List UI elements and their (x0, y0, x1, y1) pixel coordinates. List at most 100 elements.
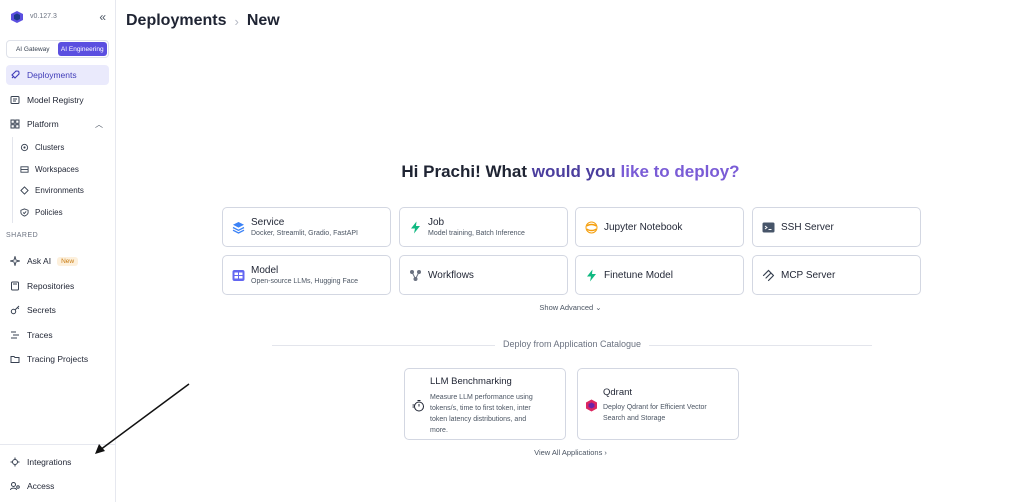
mcp-icon (762, 269, 775, 281)
sidebar-item-label: Platform (27, 119, 59, 129)
card-title: Finetune Model (604, 269, 673, 281)
version-label: v0.127.3 (30, 13, 57, 20)
sidebar-item-label: Integrations (27, 457, 72, 467)
deploy-card-mcp-server[interactable]: MCP Server (752, 255, 921, 295)
sidebar-item-label: Clusters (35, 142, 65, 152)
breadcrumb-new: New (246, 12, 280, 29)
card-title: Service (251, 217, 285, 228)
key-icon (10, 305, 20, 315)
card-title: SSH Server (781, 221, 834, 233)
folder-icon (10, 356, 20, 363)
cluster-icon (20, 143, 29, 151)
bolt-icon (411, 221, 420, 233)
sidebar-item-integrations[interactable]: Integrations (6, 452, 109, 472)
sparkle-icon (10, 256, 20, 266)
deploy-card-service[interactable]: Service Docker, Streamlit, Gradio, FastAP… (222, 207, 391, 247)
app-desc-line: Deploy Qdrant for Efficient Vector (603, 404, 707, 411)
plug-icon (10, 457, 20, 467)
new-badge: New (57, 256, 79, 266)
collapse-sidebar-icon[interactable]: « (99, 9, 106, 25)
repository-icon (11, 281, 19, 291)
sidebar-item-ask-ai[interactable]: Ask AI New (6, 251, 109, 271)
jupyter-icon (585, 221, 598, 233)
divider (0, 444, 116, 445)
app-desc-line: tokens/s, time to first token, inter (430, 405, 531, 412)
app-card-qdrant[interactable]: Qdrant Deploy Qdrant for Efficient Vecto… (577, 368, 739, 440)
sidebar-item-label: Ask AI (27, 256, 52, 266)
platform-icon (10, 119, 20, 129)
workflow-icon (410, 269, 421, 281)
workspace-icon (20, 165, 29, 173)
segment-ai-engineering[interactable]: AI Engineering (57, 42, 107, 56)
catalogue-divider: Deploy from Application Catalogue (272, 339, 872, 351)
sidebar-item-label: Deployments (27, 70, 77, 80)
terminal-icon (762, 222, 775, 232)
sidebar-item-label: Workspaces (35, 164, 79, 174)
card-subtitle: Docker, Streamlit, Gradio, FastAPI (251, 230, 358, 237)
registry-icon (10, 96, 20, 104)
main-content: Deployments › New Hi Prachi! What would … (117, 0, 1024, 502)
deploy-card-model[interactable]: Model Open-source LLMs, Hugging Face (222, 255, 391, 295)
sidebar-item-label: Traces (27, 330, 53, 340)
app-title: LLM Benchmarking (430, 376, 512, 387)
sidebar-item-secrets[interactable]: Secrets (6, 300, 109, 320)
sidebar-item-access[interactable]: Access (6, 476, 109, 496)
deploy-card-job[interactable]: Job Model training, Batch Inference (399, 207, 568, 247)
hero-part-2: would you (531, 162, 621, 181)
sidebar-item-clusters[interactable]: Clusters (18, 138, 108, 156)
sidebar-item-label: Tracing Projects (27, 354, 89, 364)
sidebar-item-label: Environments (35, 185, 84, 195)
deploy-card-finetune-model[interactable]: Finetune Model (575, 255, 744, 295)
qdrant-icon (586, 399, 597, 412)
model-icon (232, 269, 245, 281)
sidebar-item-label: Policies (35, 207, 63, 217)
sidebar-item-label: Secrets (27, 305, 56, 315)
submenu-guide-line (12, 137, 13, 223)
sidebar-item-model-registry[interactable]: Model Registry (6, 90, 109, 110)
app-desc-line: more. (430, 427, 448, 434)
sidebar-item-tracing-projects[interactable]: Tracing Projects (6, 349, 109, 369)
sidebar-item-label: Model Registry (27, 95, 84, 105)
sidebar-item-repositories[interactable]: Repositories (6, 276, 109, 296)
sidebar-item-label: Repositories (27, 281, 75, 291)
app-desc-line: Measure LLM performance using (430, 394, 533, 401)
hero-part-1: Hi Prachi! What (401, 162, 532, 181)
card-title: MCP Server (781, 269, 836, 281)
show-advanced-link[interactable]: Show Advanced ⌄ (117, 303, 1024, 312)
sidebar-item-policies[interactable]: Policies (18, 203, 108, 221)
view-all-applications-link[interactable]: View All Applications › (117, 448, 1024, 457)
sidebar: v0.127.3 « AI Gateway AI Engineering Dep… (0, 0, 116, 502)
sidebar-item-label: Access (27, 481, 55, 491)
card-title: Model (251, 265, 279, 276)
breadcrumb-separator: › (234, 13, 239, 29)
app-title: Qdrant (603, 387, 633, 398)
bolt-icon (587, 269, 596, 281)
sidebar-item-deployments[interactable]: Deployments (6, 65, 109, 85)
product-switcher: AI Gateway AI Engineering (6, 40, 109, 58)
sidebar-item-platform[interactable]: Platform ︿ (6, 114, 109, 134)
rocket-icon (11, 70, 20, 79)
deploy-card-jupyter-notebook[interactable]: Jupyter Notebook (575, 207, 744, 247)
sidebar-item-environments[interactable]: Environments (18, 181, 108, 199)
app-desc-line: token latency distributions, and (430, 416, 527, 423)
sidebar-item-traces[interactable]: Traces (6, 325, 109, 345)
stopwatch-icon (412, 400, 424, 412)
breadcrumb: Deployments › New (126, 12, 280, 30)
access-icon (10, 482, 20, 491)
breadcrumb-deployments[interactable]: Deployments (126, 12, 226, 30)
sidebar-header: v0.127.3 « (8, 9, 108, 27)
deploy-card-ssh-server[interactable]: SSH Server (752, 207, 921, 247)
sidebar-item-workspaces[interactable]: Workspaces (18, 160, 108, 178)
app-card-llm-benchmarking[interactable]: LLM Benchmarking Measure LLM performance… (404, 368, 566, 440)
section-label-shared: SHARED (6, 232, 39, 239)
segment-ai-gateway[interactable]: AI Gateway (8, 42, 58, 56)
logo-icon (11, 11, 23, 23)
card-subtitle: Model training, Batch Inference (428, 230, 525, 237)
traces-icon (11, 331, 19, 339)
deploy-card-workflows[interactable]: Workflows (399, 255, 568, 295)
card-title: Job (428, 217, 445, 228)
card-subtitle: Open-source LLMs, Hugging Face (251, 278, 358, 285)
environment-icon (20, 185, 29, 195)
catalogue-heading: Deploy from Application Catalogue (272, 339, 872, 349)
card-title: Jupyter Notebook (604, 221, 683, 233)
